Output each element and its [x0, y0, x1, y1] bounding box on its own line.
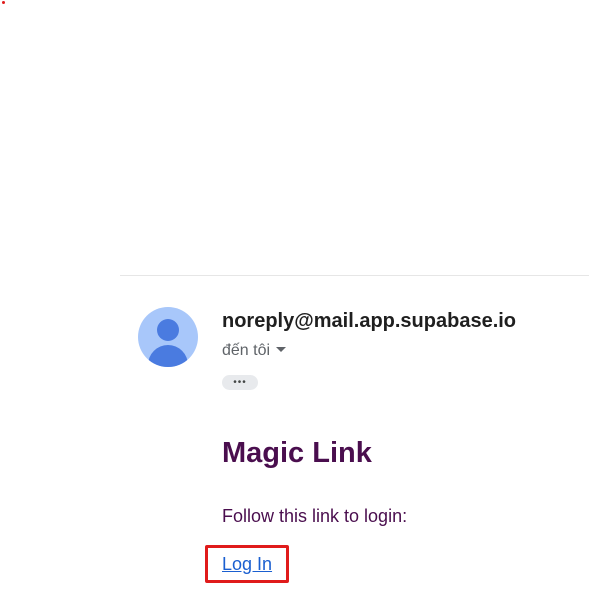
- sender-avatar-icon: [138, 307, 198, 367]
- sender-address: noreply@mail.app.supabase.io: [222, 310, 517, 332]
- annotation-dot: [2, 1, 5, 4]
- highlight-annotation: [205, 545, 289, 583]
- recipient-toggle[interactable]: đến tôi: [222, 342, 287, 360]
- avatar-head: [157, 319, 179, 341]
- avatar-body: [148, 345, 188, 367]
- message-divider: [120, 275, 589, 276]
- email-title: Magic Link: [222, 437, 372, 469]
- caret-down-icon: [276, 347, 287, 353]
- email-instruction: Follow this link to login:: [222, 506, 408, 526]
- recipient-label: đến tôi: [222, 342, 271, 359]
- show-trimmed-content-button[interactable]: •••: [222, 375, 258, 390]
